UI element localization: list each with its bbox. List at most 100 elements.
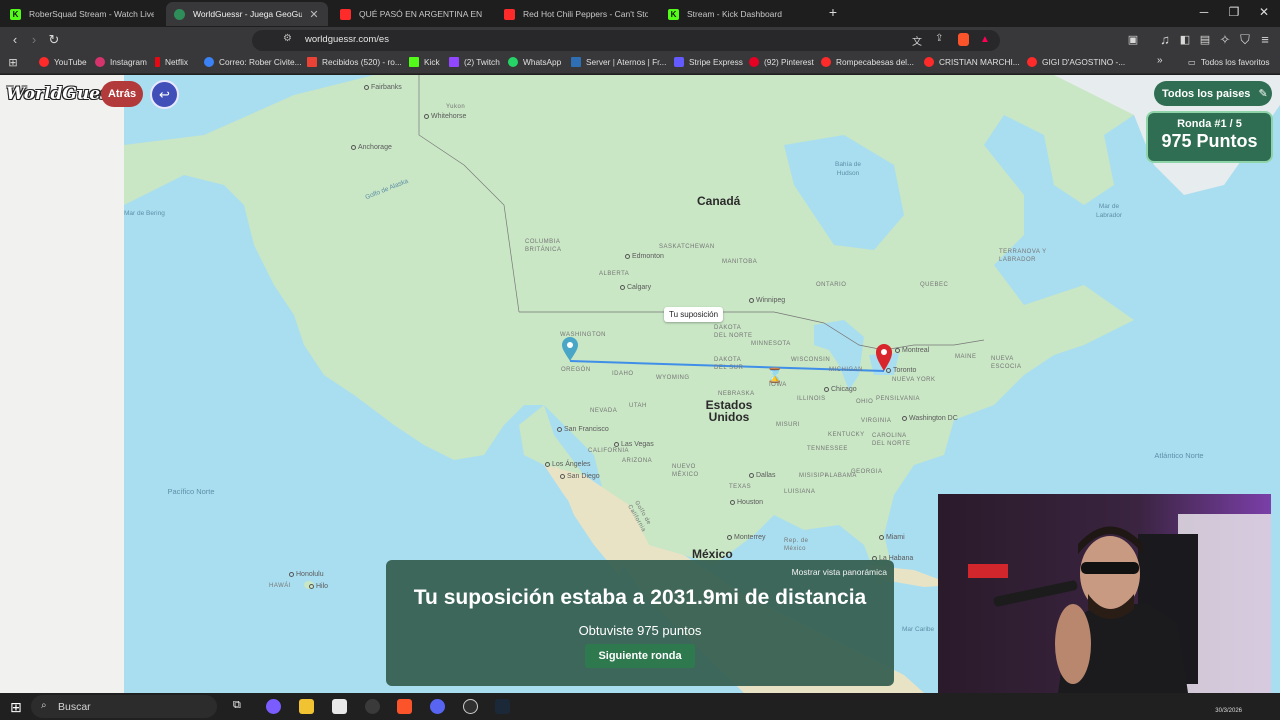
bookmark-stripe[interactable]: Stripe Express	[674, 57, 743, 67]
guess-marker-dot	[567, 342, 573, 348]
bookmark-twitch[interactable]: (2) Twitch	[449, 57, 500, 67]
copilot-icon[interactable]	[266, 699, 281, 714]
label-mexico: México	[692, 547, 733, 561]
tab-worldguessr[interactable]: WorldGuessr - Juega GeoGuessr ✕	[166, 2, 328, 26]
bookmark-netflix[interactable]: Netflix	[155, 57, 188, 67]
round-label: Ronda #1 / 5	[1177, 118, 1242, 130]
forward-nav-icon[interactable]: ›	[26, 32, 42, 48]
new-tab-button[interactable]: +	[824, 4, 842, 20]
windows-start-icon[interactable]: ⊞	[10, 699, 22, 716]
label-tennessee: TENNESSEE	[807, 446, 848, 452]
minimize-icon[interactable]: ─	[1195, 5, 1213, 19]
label-manitoba: MANITOBA	[722, 259, 758, 265]
stripe-icon	[674, 57, 684, 67]
translate-icon[interactable]: 文	[912, 33, 922, 48]
label-misuri: MISURI	[776, 422, 800, 428]
restore-icon[interactable]: ❐	[1225, 5, 1243, 19]
sidebar-icon[interactable]: ◧	[1177, 32, 1193, 48]
show-panorama-link[interactable]: Mostrar vista panorámica	[792, 567, 887, 577]
label-pensilvania: PENSILVANIA	[876, 396, 920, 402]
tab-youtube-argentina[interactable]: QUÉ PASÓ EN ARGENTINA EN FEBRE	[332, 2, 492, 26]
next-round-button[interactable]: Siguiente ronda	[585, 644, 695, 668]
steam-icon[interactable]	[495, 699, 510, 714]
vpn-icon[interactable]: ⛉	[1237, 32, 1253, 48]
label-mar-caribe: Mar Caribe	[902, 626, 935, 633]
label-luisiana: LUISIANA	[784, 489, 816, 495]
apps-grid-icon[interactable]: ⊞	[5, 55, 21, 71]
bookmark-recibidos[interactable]: Recibidos (520) - ro...	[307, 57, 402, 67]
label-bahia-hudson: Bahía de Hudson	[834, 161, 862, 177]
bookmark-rompecabesas[interactable]: Rompecabesas del...	[821, 57, 914, 67]
guess-tooltip: Tu suposición	[664, 307, 724, 322]
all-favorites-folder[interactable]: ▭ Todos los favoritos	[1188, 57, 1270, 67]
brave-shields-icon[interactable]	[958, 33, 969, 46]
site-info-icon[interactable]: ⚙	[283, 33, 292, 44]
webcam-feed	[938, 494, 1271, 693]
leo-ai-icon[interactable]: ✧	[1217, 32, 1233, 48]
task-view-icon[interactable]: ⧉	[233, 699, 248, 714]
reload-icon[interactable]: ↻	[46, 32, 62, 48]
tab-roberSquad-stream[interactable]: K RoberSquad Stream - Watch Live	[2, 2, 162, 26]
menu-icon[interactable]: ≡	[1257, 32, 1273, 48]
label-washington-state: WASHINGTON	[560, 332, 607, 338]
back-nav-icon[interactable]: ‹	[7, 32, 23, 48]
bookmark-gigi[interactable]: GIGI D'AGOSTINO -...	[1027, 57, 1125, 67]
close-window-icon[interactable]: ✕	[1255, 5, 1273, 19]
label-san-diego: San Diego	[560, 473, 600, 480]
youtube-icon	[39, 57, 49, 67]
label-whitehorse: Whitehorse	[424, 113, 466, 120]
bookmark-aternos[interactable]: Server | Aternos | Fr...	[571, 57, 666, 67]
more-bookmarks-icon[interactable]: »	[1157, 55, 1163, 66]
omnibox[interactable]: ⚙ worldguessr.com/es 文 ⇪ ▲	[252, 30, 1000, 51]
label-idaho: IDAHO	[612, 371, 634, 377]
bookmark-instagram[interactable]: Instagram	[95, 57, 147, 67]
search-label: Buscar	[58, 700, 91, 713]
store-icon[interactable]	[332, 699, 347, 714]
bookmark-kick[interactable]: Kick	[409, 57, 440, 67]
label-kentucky: KENTUCKY	[828, 432, 865, 438]
share-icon[interactable]: ⇪	[935, 33, 943, 44]
kick-icon: K	[668, 8, 679, 20]
brave-rewards-icon[interactable]: ▲	[980, 34, 990, 45]
file-explorer-icon[interactable]	[299, 699, 314, 714]
bookmark-cristian[interactable]: CRISTIAN MARCHI...	[924, 57, 1020, 67]
close-tab-icon[interactable]: ✕	[308, 8, 320, 21]
taskbar-search[interactable]: ⌕ Buscar	[31, 695, 217, 718]
bookmark-pinterest[interactable]: (92) Pinterest	[749, 57, 814, 67]
bookmark-youtube[interactable]: YouTube	[39, 57, 87, 67]
label-hawaii: HAWÁI	[269, 583, 291, 589]
label-edmonton: Edmonton	[625, 253, 664, 260]
tab-kick-dashboard[interactable]: K Stream - Kick Dashboard	[660, 2, 820, 26]
youtube-icon	[924, 57, 934, 67]
label-yukon: Yukon	[446, 104, 466, 110]
label-misisipi: MISISIPI	[799, 473, 827, 479]
round-points: 975 Puntos	[1161, 131, 1258, 151]
server-icon	[571, 57, 581, 67]
label-saskatchewan: SASKATCHEWAN	[659, 244, 715, 250]
result-panel: Mostrar vista panorámica Tu suposición e…	[386, 560, 894, 686]
label-las-vegas: Las Vegas	[614, 441, 654, 448]
label-honolulu: Honolulu	[289, 571, 324, 578]
screenshot-icon[interactable]: ▣	[1125, 32, 1141, 48]
tab-strip: K RoberSquad Stream - Watch Live WorldGu…	[0, 0, 1280, 27]
bookmark-correo[interactable]: Correo: Rober Civite...	[204, 57, 302, 67]
url-text[interactable]: worldguessr.com/es	[305, 34, 389, 45]
label-mar-bering: Mar de Bering	[124, 210, 165, 217]
label-minnesota: MINNESOTA	[751, 341, 791, 347]
youtube-icon	[340, 8, 351, 20]
worldguessr-page: Canadá Estados Unidos México Pacífico No…	[0, 75, 1280, 693]
label-maine: MAINE	[955, 354, 977, 360]
wallet-icon[interactable]: ▤	[1197, 32, 1213, 48]
kick-icon	[409, 57, 419, 67]
brave-icon[interactable]	[397, 699, 412, 714]
whatsapp-icon	[508, 57, 518, 67]
tab-youtube-rhcp[interactable]: Red Hot Chili Peppers - Can't Sto	[496, 2, 656, 26]
undo-arrow-icon[interactable]: ↩	[150, 80, 179, 109]
all-countries-button[interactable]: Todos los paises ✎	[1154, 81, 1272, 106]
back-button[interactable]: Atrás	[101, 81, 143, 107]
app-icon[interactable]	[365, 699, 380, 714]
media-icon[interactable]: ♫	[1157, 32, 1173, 48]
obs-icon[interactable]	[463, 699, 478, 714]
bookmark-whatsapp[interactable]: WhatsApp	[508, 57, 561, 67]
discord-icon[interactable]	[430, 699, 445, 714]
